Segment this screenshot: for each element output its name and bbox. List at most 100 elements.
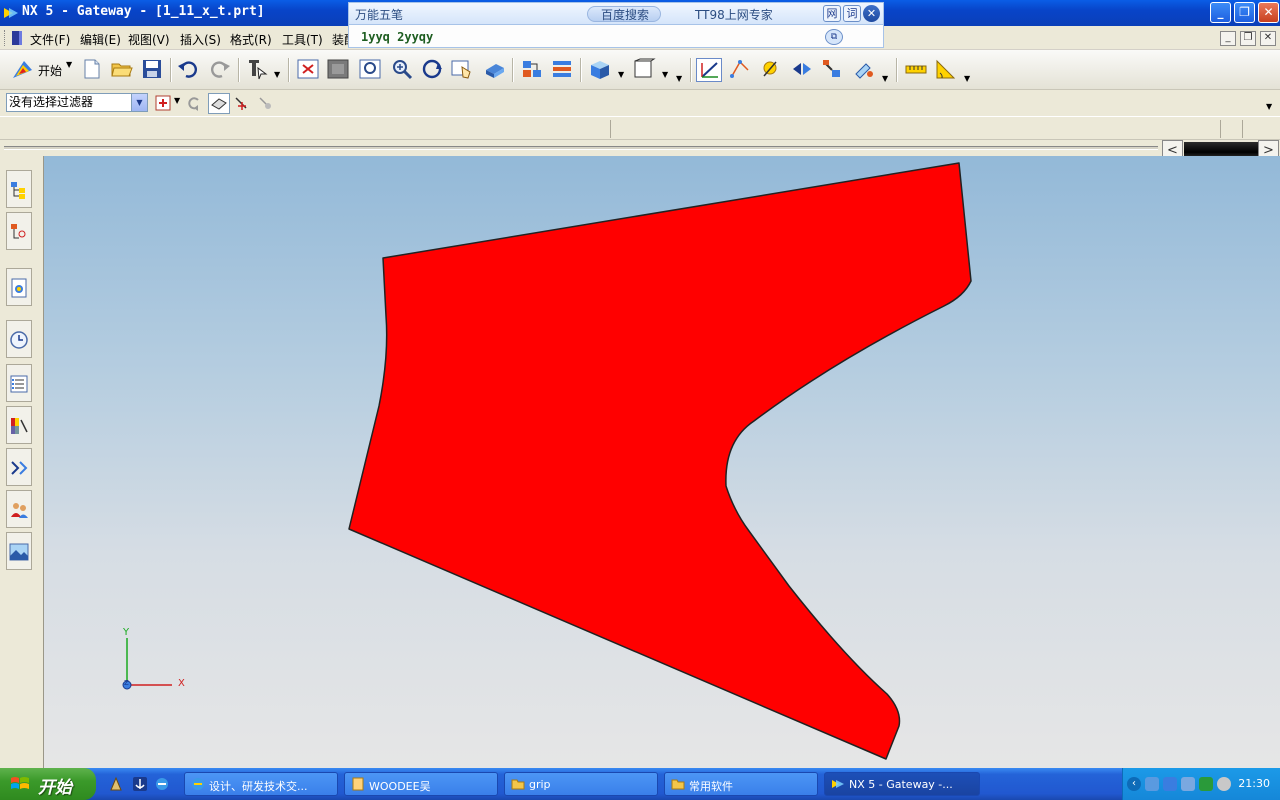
quicklaunch-tool-icon[interactable] bbox=[108, 776, 124, 792]
mdi-close-button[interactable]: ✕ bbox=[1260, 31, 1276, 46]
ime-tab-wubi[interactable]: 万能五笔 bbox=[355, 6, 403, 23]
nx-app-icon[interactable] bbox=[3, 5, 19, 21]
layer-icon[interactable] bbox=[550, 58, 576, 82]
snap-toggle-button[interactable] bbox=[208, 93, 230, 114]
menu-file[interactable]: 文件(F) bbox=[30, 31, 70, 48]
network-icon[interactable] bbox=[1145, 777, 1159, 791]
mdi-restore-button[interactable]: ❐ bbox=[1240, 31, 1256, 46]
toolbar-separator bbox=[512, 58, 514, 82]
wcs-icon[interactable] bbox=[696, 58, 722, 82]
render-icon[interactable] bbox=[482, 58, 508, 82]
status-divider bbox=[1242, 120, 1243, 138]
snap-point-icon[interactable] bbox=[790, 58, 816, 82]
ime-close-button[interactable]: ✕ bbox=[863, 5, 880, 22]
quicklaunch-ie-icon[interactable] bbox=[154, 776, 170, 792]
deselect-icon[interactable] bbox=[184, 94, 204, 112]
assembly-navigator-button[interactable] bbox=[6, 170, 32, 208]
chevron-down-icon[interactable]: ▼ bbox=[131, 94, 147, 111]
reuse-library-button[interactable] bbox=[6, 364, 32, 402]
task-button-common-software[interactable]: 常用软件 bbox=[664, 772, 818, 796]
rotate-icon[interactable] bbox=[420, 58, 446, 82]
network-icon[interactable] bbox=[1163, 777, 1177, 791]
edit-object-icon[interactable] bbox=[852, 58, 878, 82]
zoom-icon[interactable] bbox=[358, 58, 384, 82]
menu-format[interactable]: 格式(R) bbox=[230, 31, 272, 48]
angle-icon[interactable] bbox=[934, 58, 960, 82]
menu-edit[interactable]: 编辑(E) bbox=[80, 31, 121, 48]
toolbar-scroll-row: < > bbox=[0, 140, 1280, 161]
toolbar-overflow-icon[interactable]: ▼ bbox=[882, 74, 888, 83]
menu-tools[interactable]: 工具(T) bbox=[282, 31, 323, 48]
task-label: grip bbox=[529, 778, 551, 791]
graphics-window[interactable]: Y X Z bbox=[44, 156, 1280, 768]
visualization-button[interactable] bbox=[6, 406, 32, 444]
measure-icon[interactable] bbox=[904, 58, 930, 82]
ime-tab-tt98[interactable]: TT98上网专家 bbox=[695, 6, 773, 23]
restore-button[interactable]: ❐ bbox=[1234, 2, 1255, 23]
assembly-icon[interactable] bbox=[520, 58, 546, 82]
undo-icon[interactable] bbox=[176, 58, 202, 82]
close-button[interactable]: ✕ bbox=[1258, 2, 1279, 23]
selection-info-icon[interactable] bbox=[244, 58, 270, 82]
roles-button[interactable] bbox=[6, 490, 32, 528]
security-shield-icon[interactable] bbox=[1199, 777, 1213, 791]
windows-start-button[interactable]: 开始 bbox=[0, 768, 96, 800]
shaded-cube-icon[interactable] bbox=[588, 58, 614, 82]
start-label: 开始 bbox=[38, 64, 63, 78]
selection-toolbar: 没有选择过滤器 ▼ ▼ ▼ bbox=[0, 90, 1280, 116]
fit-icon[interactable] bbox=[296, 58, 322, 82]
tray-clock[interactable]: 21:30 bbox=[1238, 777, 1270, 790]
task-button-forum[interactable]: 设计、研发技术交... bbox=[184, 772, 338, 796]
start-menu-button[interactable]: 开始 ▼ bbox=[10, 58, 74, 82]
red-part-profile[interactable] bbox=[44, 156, 1280, 768]
history-palette-button[interactable] bbox=[6, 268, 32, 306]
task-button-woodee[interactable]: WOODEE吴 bbox=[344, 772, 498, 796]
monitor-icon[interactable] bbox=[1181, 777, 1195, 791]
select-dropdown-icon[interactable]: ▼ bbox=[174, 96, 180, 105]
task-button-grip[interactable]: grip bbox=[504, 772, 658, 796]
part-shape[interactable] bbox=[348, 162, 972, 760]
transform-icon[interactable] bbox=[820, 58, 846, 82]
quicklaunch-anchor-icon[interactable] bbox=[132, 776, 148, 792]
new-file-icon[interactable] bbox=[80, 58, 106, 82]
filter-off-icon[interactable] bbox=[256, 94, 276, 112]
visualization-icon bbox=[11, 418, 28, 434]
pan-icon[interactable] bbox=[450, 58, 476, 82]
task-button-nx[interactable]: NX 5 - Gateway -... bbox=[824, 772, 980, 796]
zoom-area-icon[interactable] bbox=[326, 58, 352, 82]
part-navigator-button[interactable] bbox=[6, 212, 32, 250]
system-scenes-button[interactable] bbox=[6, 532, 32, 570]
mdi-minimize-button[interactable]: _ bbox=[1220, 31, 1236, 46]
toolbar-overflow-icon[interactable]: ▼ bbox=[964, 74, 970, 83]
minimize-button[interactable]: _ bbox=[1210, 2, 1231, 23]
sketch-icon[interactable] bbox=[728, 58, 754, 82]
tray-expand-icon[interactable]: ‹ bbox=[1127, 777, 1141, 791]
ime-input-text[interactable]: 1yyq 2yyqy bbox=[361, 30, 433, 44]
toolbar-overflow-icon[interactable]: ▼ bbox=[1266, 102, 1272, 111]
ime-web-badge[interactable]: 网 bbox=[823, 5, 841, 22]
menu-insert[interactable]: 插入(S) bbox=[180, 31, 221, 48]
selection-dropdown-icon[interactable]: ▼ bbox=[274, 70, 280, 79]
document-icon[interactable] bbox=[12, 31, 22, 45]
open-folder-icon[interactable] bbox=[110, 58, 136, 82]
ime-tab-baidu[interactable]: 百度搜索 bbox=[601, 6, 649, 23]
menu-grip[interactable] bbox=[4, 30, 7, 46]
zoom-in-icon[interactable] bbox=[390, 58, 416, 82]
ime-word-badge[interactable]: 词 bbox=[843, 5, 861, 22]
orient-dropdown-icon[interactable]: ▼ bbox=[662, 70, 668, 79]
render-style-dropdown-icon[interactable]: ▼ bbox=[618, 70, 624, 79]
snap-point-icon[interactable] bbox=[232, 94, 252, 112]
folder-icon bbox=[671, 779, 685, 790]
process-studio-button[interactable] bbox=[6, 448, 32, 486]
history-button[interactable] bbox=[6, 320, 32, 358]
redo-icon[interactable] bbox=[208, 58, 234, 82]
selection-filter-dropdown[interactable]: 没有选择过滤器 ▼ bbox=[6, 93, 148, 112]
toolbar-overflow-icon[interactable]: ▼ bbox=[676, 74, 682, 83]
menu-view[interactable]: 视图(V) bbox=[128, 31, 170, 48]
analysis-icon[interactable] bbox=[758, 58, 784, 82]
save-icon[interactable] bbox=[140, 58, 166, 82]
volume-icon[interactable] bbox=[1217, 777, 1231, 791]
orientation-icon[interactable] bbox=[632, 58, 658, 82]
ime-copy-icon[interactable]: ⧉ bbox=[825, 29, 843, 45]
select-all-icon[interactable] bbox=[154, 94, 174, 112]
